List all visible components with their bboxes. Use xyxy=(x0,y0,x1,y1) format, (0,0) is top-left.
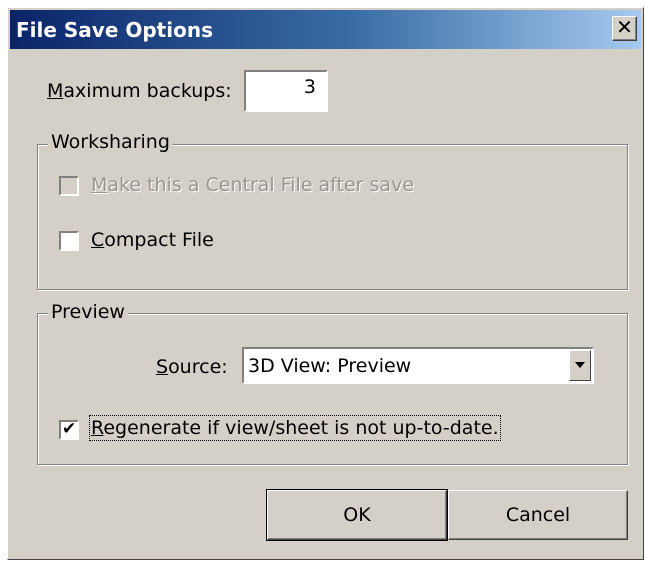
regenerate-label: Regenerate if view/sheet is not up-to-da… xyxy=(89,415,501,441)
compact-file-label-text: ompact File xyxy=(104,229,214,251)
source-select-value: 3D View: Preview xyxy=(248,355,412,377)
maximum-backups-label: Maximum backups: xyxy=(47,80,232,102)
source-label-text: ource: xyxy=(168,356,228,378)
source-select[interactable]: 3D View: Preview xyxy=(242,347,594,384)
central-file-label-text: ake this a Central File after save xyxy=(107,174,415,196)
preview-group-title: Preview xyxy=(48,301,128,323)
ok-button[interactable]: OK xyxy=(266,489,448,541)
maximum-backups-input[interactable]: 3 xyxy=(244,70,328,112)
worksharing-group-title: Worksharing xyxy=(48,131,173,153)
mnemonic-r: R xyxy=(91,417,104,439)
chevron-down-icon xyxy=(575,362,585,368)
central-file-checkbox[interactable] xyxy=(59,176,79,196)
file-save-options-dialog: File Save Options ✕ Maximum backups: 3 W… xyxy=(7,7,644,560)
dialog-title: File Save Options xyxy=(16,18,213,42)
regenerate-label-text: egenerate if view/sheet is not up-to-dat… xyxy=(103,417,499,439)
mnemonic-m: M xyxy=(91,174,108,196)
compact-file-checkbox[interactable] xyxy=(59,231,79,251)
maximum-backups-value: 3 xyxy=(303,76,316,98)
close-button[interactable]: ✕ xyxy=(612,15,637,41)
mnemonic-m: M xyxy=(47,80,64,102)
title-bar[interactable]: File Save Options ✕ xyxy=(10,10,641,49)
regenerate-checkbox[interactable]: ✔ xyxy=(59,419,79,440)
mnemonic-s: S xyxy=(156,356,169,378)
preview-group xyxy=(37,313,628,465)
cancel-button[interactable]: Cancel xyxy=(448,490,628,540)
compact-file-label: Compact File xyxy=(91,229,214,251)
source-label: Source: xyxy=(156,356,228,378)
close-icon: ✕ xyxy=(616,15,633,39)
check-icon: ✔ xyxy=(62,419,77,439)
worksharing-group xyxy=(37,144,628,290)
maximum-backups-label-text: aximum backups: xyxy=(63,80,232,102)
source-dropdown-button[interactable] xyxy=(569,350,591,381)
mnemonic-c: C xyxy=(91,229,105,251)
central-file-label: Make this a Central File after save xyxy=(91,174,414,196)
